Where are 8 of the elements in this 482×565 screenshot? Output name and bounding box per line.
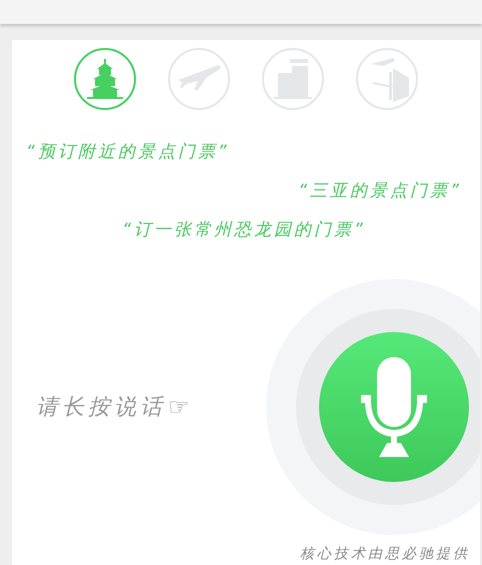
example-phrase: “预订附近的景点门票” xyxy=(26,141,230,163)
temple-icon xyxy=(85,59,125,99)
example-phrase: “三亚的景点门票” xyxy=(298,180,462,202)
hotel-icon xyxy=(274,59,312,99)
pointing-hand-icon: ☞ xyxy=(168,393,190,421)
hint-text: 请长按说话 xyxy=(36,394,166,422)
example-phrase: “订一张常州恐龙园的门票” xyxy=(122,219,366,241)
credit-text: 核心技术由思必驰提供 xyxy=(300,545,470,563)
